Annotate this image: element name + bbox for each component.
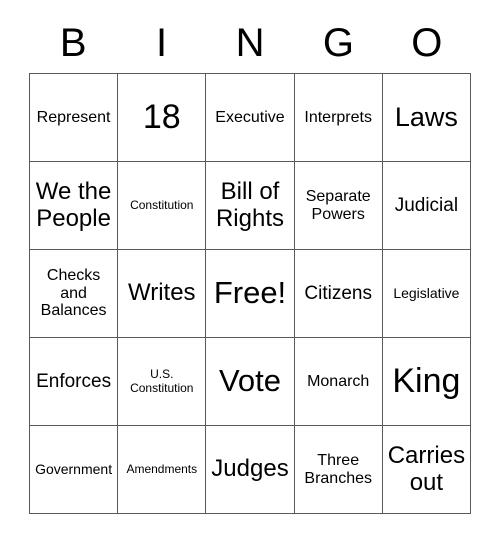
bingo-cell[interactable]: Separate Powers (294, 162, 383, 250)
bingo-cell[interactable]: King (382, 338, 471, 426)
bingo-cell-label: Writes (128, 279, 196, 307)
bingo-cell[interactable]: Bill of Rights (206, 162, 295, 250)
bingo-header-letter-o: O (411, 21, 443, 65)
bingo-cell[interactable]: Government (30, 426, 119, 514)
bingo-cell[interactable]: Judges (206, 426, 295, 514)
bingo-cell-label: Separate Powers (305, 187, 371, 223)
bingo-cell-label: Constitution (130, 197, 194, 212)
bingo-cell[interactable]: Interprets (294, 74, 383, 162)
bingo-cell[interactable]: Checks and Balances (30, 250, 119, 338)
bingo-cell-label: Executive (215, 108, 285, 126)
bingo-cell[interactable]: Amendments (118, 426, 207, 514)
bingo-cell[interactable]: Enforces (30, 338, 119, 426)
bingo-cell[interactable]: Monarch (294, 338, 383, 426)
bingo-cell[interactable]: Carries out (382, 426, 471, 514)
bingo-cell[interactable]: Legislative (382, 250, 471, 338)
bingo-header-letter-b: B (59, 21, 87, 65)
bingo-cell-label: We the People (35, 177, 112, 232)
bingo-cell-label: Government (35, 460, 113, 477)
bingo-header-letter-n: N (235, 21, 265, 65)
bingo-cell[interactable]: 18 (118, 74, 207, 162)
bingo-cell-label: Checks and Balances (40, 266, 107, 320)
bingo-cell[interactable]: Citizens (294, 250, 383, 338)
bingo-cell-label: Three Branches (304, 451, 372, 487)
bingo-cell[interactable]: U.S. Constitution (118, 338, 207, 426)
bingo-cell-label: Represent (36, 108, 111, 126)
bingo-cell-label: Laws (394, 102, 458, 133)
bingo-cell[interactable]: Writes (118, 250, 207, 338)
bingo-cell-label: Interprets (304, 108, 372, 126)
bingo-cell-label: King (392, 362, 461, 401)
bingo-header-letter-g: G (322, 21, 354, 65)
bingo-cell[interactable]: Vote (206, 338, 295, 426)
bingo-cell-label: Citizens (304, 282, 372, 304)
bingo-cell[interactable]: We the People (30, 162, 119, 250)
bingo-cell-label: Carries out (387, 441, 466, 496)
bingo-cell-label: 18 (142, 98, 181, 137)
bingo-cell[interactable]: Free! (206, 250, 295, 338)
bingo-header-row: B I N G O (29, 13, 471, 73)
bingo-cell-label: Free! (213, 275, 287, 311)
bingo-header-letter-i: I (156, 21, 168, 65)
bingo-cell[interactable]: Judicial (382, 162, 471, 250)
bingo-cell-label: Bill of Rights (215, 177, 284, 232)
bingo-cell[interactable]: Represent (30, 74, 119, 162)
bingo-cell-label: Judges (211, 455, 289, 483)
bingo-cell[interactable]: Constitution (118, 162, 207, 250)
bingo-cell-label: Amendments (126, 461, 198, 476)
bingo-cell-label: Vote (218, 363, 282, 399)
bingo-cell[interactable]: Three Branches (294, 426, 383, 514)
bingo-card: B I N G O Represent 18 Executive Interprets… (0, 0, 500, 544)
bingo-cell-label: Legislative (393, 284, 460, 301)
bingo-cell-label: Enforces (36, 370, 112, 392)
bingo-cell[interactable]: Executive (206, 74, 295, 162)
bingo-cell[interactable]: Laws (382, 74, 471, 162)
bingo-cell-label: U.S. Constitution (130, 367, 194, 395)
bingo-cell-label: Monarch (307, 372, 370, 390)
bingo-grid: Represent 18 Executive Interprets Laws We the… (29, 73, 471, 514)
bingo-cell-label: Judicial (394, 194, 459, 216)
